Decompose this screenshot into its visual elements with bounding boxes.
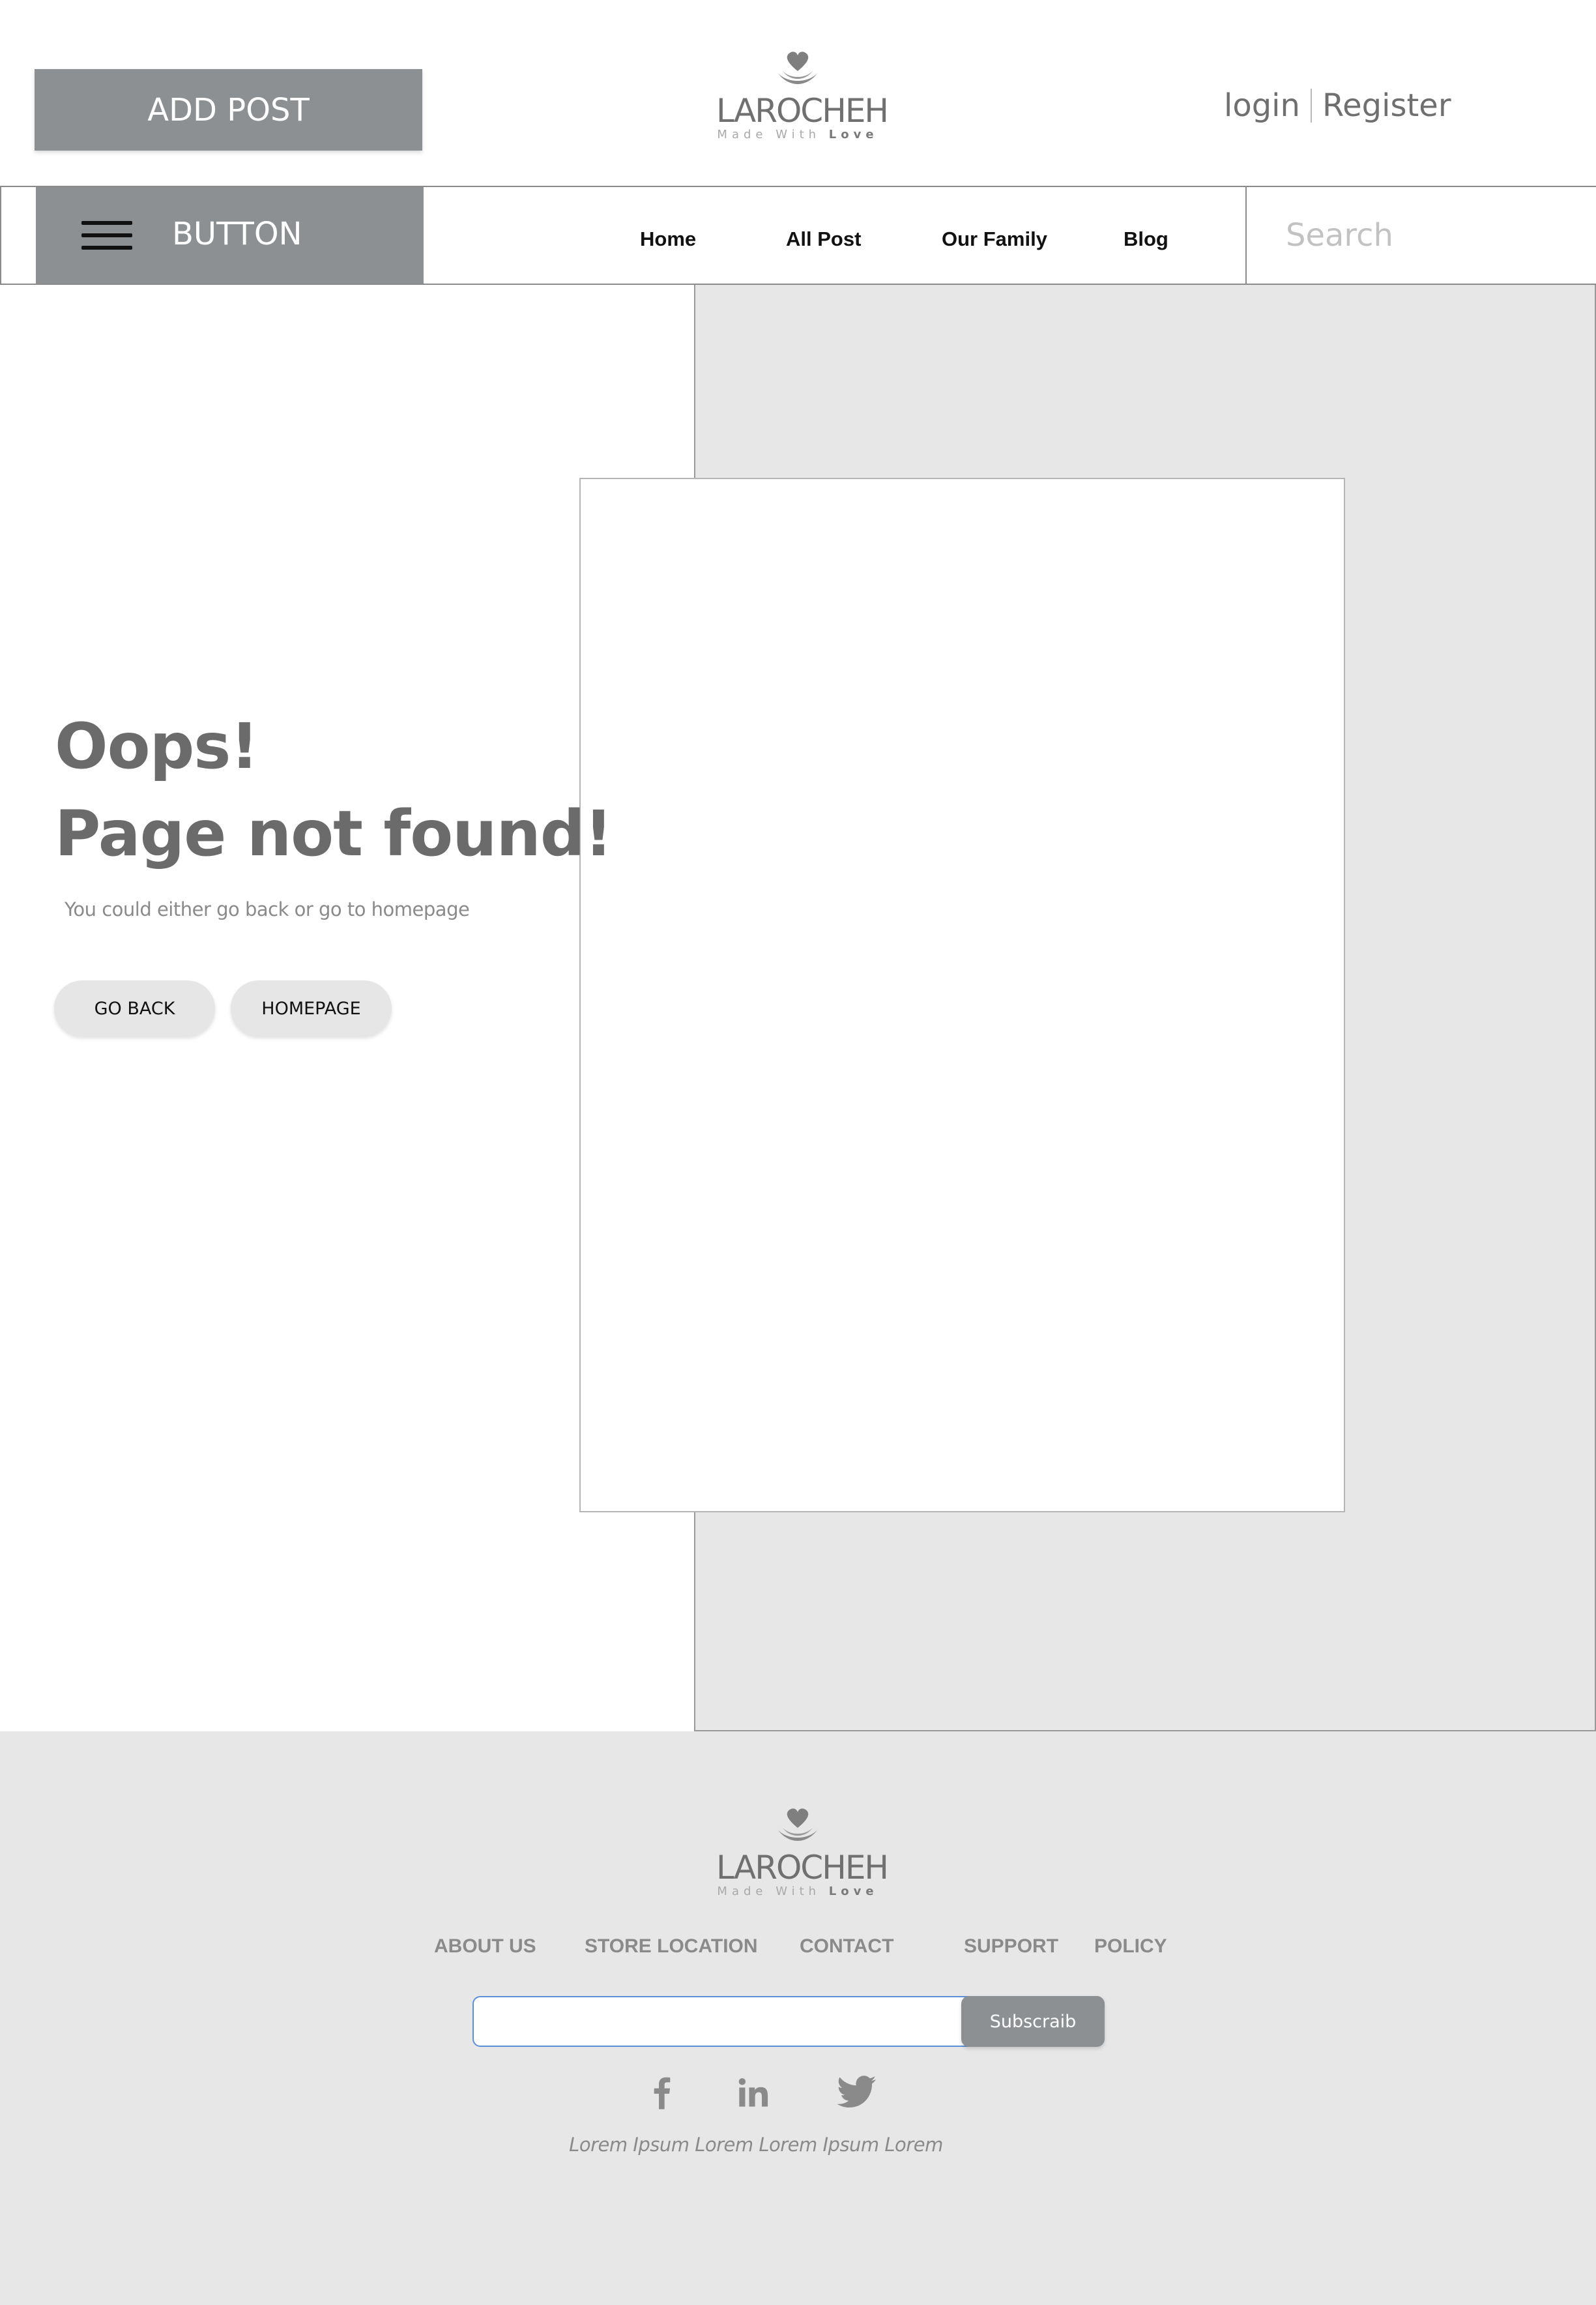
linkedin-icon[interactable] (736, 2076, 770, 2109)
main-navbar: BUTTON Home All Post Our Family Blog (0, 186, 1596, 285)
logo-tagline: Made With Love (717, 128, 878, 141)
footer-link-about-us[interactable]: ABOUT US (434, 1935, 536, 1958)
register-link[interactable]: Register (1322, 87, 1451, 124)
auth-divider (1310, 89, 1312, 123)
nav-link-all-post[interactable]: All Post (786, 228, 861, 251)
homepage-button[interactable]: HOMEPAGE (231, 980, 392, 1036)
footer-logo-name: LAROCHEH (716, 1849, 889, 1887)
footer-link-policy[interactable]: POLICY (1094, 1935, 1167, 1958)
facebook-icon[interactable] (648, 2076, 676, 2109)
twitter-icon[interactable] (837, 2076, 877, 2108)
menu-button-label: BUTTON (172, 216, 302, 252)
footer-link-store-location[interactable]: STORE LOCATION (585, 1935, 758, 1958)
footer-logo-tagline: Made With Love (717, 1885, 878, 1898)
illustration-placeholder (579, 478, 1345, 1512)
subscribe-button[interactable]: Subscraib (961, 1996, 1105, 2047)
error-subtitle: You could either go back or go to homepa… (65, 898, 470, 920)
heart-hands-icon (777, 1808, 818, 1841)
footer-link-contact[interactable]: CONTACT (800, 1935, 893, 1958)
nav-link-our-family[interactable]: Our Family (942, 228, 1047, 251)
nav-link-home[interactable]: Home (640, 228, 696, 251)
auth-links: login Register (1224, 87, 1451, 124)
menu-button[interactable]: BUTTON (36, 187, 424, 284)
newsletter-form: Subscraib (472, 1996, 1105, 2047)
newsletter-email-input[interactable] (472, 1996, 1033, 2047)
nav-link-blog[interactable]: Blog (1124, 228, 1168, 251)
heart-hands-icon (777, 51, 818, 84)
go-back-button[interactable]: GO BACK (54, 980, 215, 1036)
logo-name: LAROCHEH (716, 92, 889, 130)
search-input[interactable] (1247, 187, 1596, 284)
footer-note: Lorem Ipsum Lorem Lorem Ipsum Lorem (569, 2134, 943, 2156)
footer-logo[interactable]: LAROCHEH Made With Love (716, 1804, 889, 1898)
error-heading-line1: Oops! (55, 710, 259, 783)
login-link[interactable]: login (1224, 87, 1300, 124)
site-logo[interactable]: LAROCHEH Made With Love (716, 48, 889, 141)
search-box (1245, 187, 1596, 284)
error-heading: Oops! Page not found! (55, 703, 613, 877)
hamburger-menu-icon (81, 221, 132, 250)
add-post-button[interactable]: ADD POST (35, 69, 422, 151)
footer-link-support[interactable]: SUPPORT (964, 1935, 1058, 1958)
error-heading-line2: Page not found! (55, 797, 613, 870)
